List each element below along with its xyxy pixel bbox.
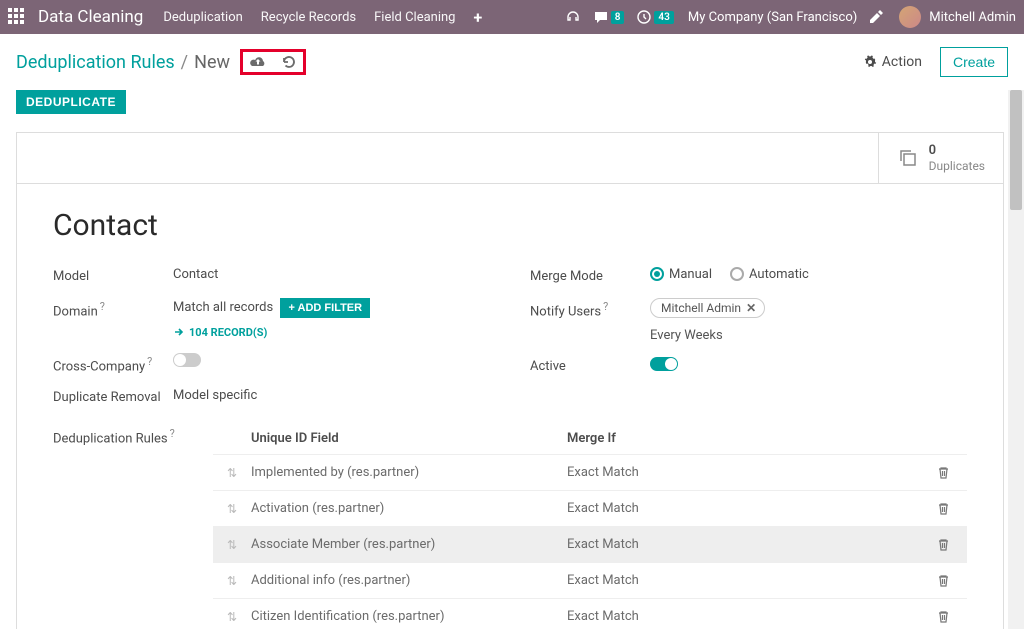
cell-merge[interactable]: Exact Match	[567, 501, 937, 516]
table-row[interactable]: ⇅Implemented by (res.partner)Exact Match	[213, 454, 967, 490]
nav-field-cleaning[interactable]: Field Cleaning	[374, 10, 455, 25]
delete-row-icon[interactable]	[937, 502, 967, 515]
cell-merge[interactable]: Exact Match	[567, 573, 937, 588]
drag-handle-icon[interactable]: ⇅	[213, 502, 251, 516]
discard-icon[interactable]	[281, 54, 297, 70]
field-notify[interactable]: Mitchell Admin ✕ Every Weeks	[650, 298, 967, 343]
toggle-active[interactable]	[650, 357, 678, 371]
drag-handle-icon[interactable]: ⇅	[213, 466, 251, 480]
save-discard-highlight	[240, 49, 306, 75]
messages-icon[interactable]: 8	[593, 9, 625, 25]
label-merge-mode: Merge Mode	[530, 267, 650, 284]
cell-field[interactable]: Associate Member (res.partner)	[251, 537, 567, 552]
delete-row-icon[interactable]	[937, 538, 967, 551]
support-icon[interactable]	[565, 9, 581, 25]
breadcrumb-parent[interactable]: Deduplication Rules	[16, 52, 175, 73]
breadcrumb-current: New	[194, 52, 230, 73]
messages-badge: 8	[611, 11, 625, 24]
form-view: DEDUPLICATE 0 Duplicates Contact Model	[0, 90, 1008, 629]
activities-badge: 43	[654, 11, 673, 24]
user-tag[interactable]: Mitchell Admin ✕	[650, 298, 765, 318]
records-link[interactable]: 104 RECORD(S)	[173, 326, 490, 339]
label-rules: Deduplication Rules?	[53, 425, 213, 446]
scrollbar-thumb[interactable]	[1010, 90, 1022, 210]
form-sheet: 0 Duplicates Contact Model Contact Domai…	[16, 132, 1004, 629]
cell-merge[interactable]: Exact Match	[567, 537, 937, 552]
avatar[interactable]	[899, 6, 921, 28]
stat-count: 0	[929, 143, 985, 159]
table-row[interactable]: ⇅Associate Member (res.partner)Exact Mat…	[213, 526, 967, 562]
record-title[interactable]: Contact	[53, 208, 967, 243]
topbar: Data Cleaning Deduplication Recycle Reco…	[0, 0, 1024, 34]
rules-table: Unique ID Field Merge If ⇅Implemented by…	[213, 425, 967, 629]
copy-icon	[897, 147, 919, 169]
deduplicate-button[interactable]: DEDUPLICATE	[16, 90, 126, 114]
action-label: Action	[882, 54, 922, 70]
toggle-cross-company[interactable]	[173, 353, 201, 367]
arrow-right-icon	[173, 326, 185, 338]
help-icon[interactable]: ?	[147, 355, 152, 368]
company-selector[interactable]: My Company (San Francisco)	[688, 10, 857, 25]
radio-merge-mode: Manual Automatic	[650, 267, 967, 282]
debug-icon[interactable]	[867, 8, 885, 26]
notify-frequency[interactable]: Every Weeks	[650, 328, 967, 343]
delete-row-icon[interactable]	[937, 574, 967, 587]
delete-row-icon[interactable]	[937, 610, 967, 623]
nav-deduplication[interactable]: Deduplication	[163, 10, 242, 25]
label-notify: Notify Users?	[530, 298, 650, 319]
field-removal[interactable]: Model specific	[173, 388, 490, 403]
cell-field[interactable]: Additional info (res.partner)	[251, 573, 567, 588]
stat-label: Duplicates	[929, 159, 985, 173]
stat-duplicates[interactable]: 0 Duplicates	[878, 133, 1003, 183]
cell-merge[interactable]: Exact Match	[567, 609, 937, 624]
table-row[interactable]: ⇅Activation (res.partner)Exact Match	[213, 490, 967, 526]
rules-header: Unique ID Field Merge If	[213, 425, 967, 454]
label-removal: Duplicate Removal	[53, 388, 173, 405]
scrollbar[interactable]	[1008, 90, 1024, 629]
create-button[interactable]: Create	[940, 47, 1008, 77]
gear-icon	[863, 55, 877, 69]
control-panel: Deduplication Rules / New Action Create	[0, 34, 1024, 90]
radio-automatic[interactable]: Automatic	[730, 267, 809, 282]
radio-manual[interactable]: Manual	[650, 267, 712, 282]
cloud-save-icon[interactable]	[249, 55, 267, 69]
cell-field[interactable]: Activation (res.partner)	[251, 501, 567, 516]
cell-merge[interactable]: Exact Match	[567, 465, 937, 480]
tag-remove-icon[interactable]: ✕	[746, 301, 756, 315]
drag-handle-icon[interactable]: ⇅	[213, 574, 251, 588]
label-active: Active	[530, 357, 650, 374]
delete-row-icon[interactable]	[937, 466, 967, 479]
help-icon[interactable]: ?	[170, 427, 175, 440]
field-domain: Match all records + ADD FILTER 104 RECOR…	[173, 298, 490, 339]
field-model[interactable]: Contact	[173, 267, 490, 282]
breadcrumb: Deduplication Rules / New	[16, 52, 230, 73]
label-cross: Cross-Company?	[53, 353, 173, 374]
apps-icon[interactable]	[8, 8, 26, 26]
nav-add-icon[interactable]: +	[473, 8, 482, 27]
action-button[interactable]: Action	[863, 54, 922, 70]
activities-icon[interactable]: 43	[636, 9, 673, 25]
brand[interactable]: Data Cleaning	[38, 7, 143, 27]
table-row[interactable]: ⇅Additional info (res.partner)Exact Matc…	[213, 562, 967, 598]
help-icon[interactable]: ?	[603, 300, 608, 313]
drag-handle-icon[interactable]: ⇅	[213, 538, 251, 552]
label-model: Model	[53, 267, 173, 284]
help-icon[interactable]: ?	[100, 300, 105, 313]
add-filter-button[interactable]: + ADD FILTER	[280, 298, 370, 318]
label-domain: Domain?	[53, 298, 173, 319]
col-merge-if[interactable]: Merge If	[567, 431, 937, 446]
nav-recycle[interactable]: Recycle Records	[261, 10, 356, 25]
col-unique-id[interactable]: Unique ID Field	[251, 431, 567, 446]
table-row[interactable]: ⇅Citizen Identification (res.partner)Exa…	[213, 598, 967, 629]
drag-handle-icon[interactable]: ⇅	[213, 610, 251, 624]
user-menu[interactable]: Mitchell Admin	[929, 10, 1016, 25]
cell-field[interactable]: Citizen Identification (res.partner)	[251, 609, 567, 624]
cell-field[interactable]: Implemented by (res.partner)	[251, 465, 567, 480]
